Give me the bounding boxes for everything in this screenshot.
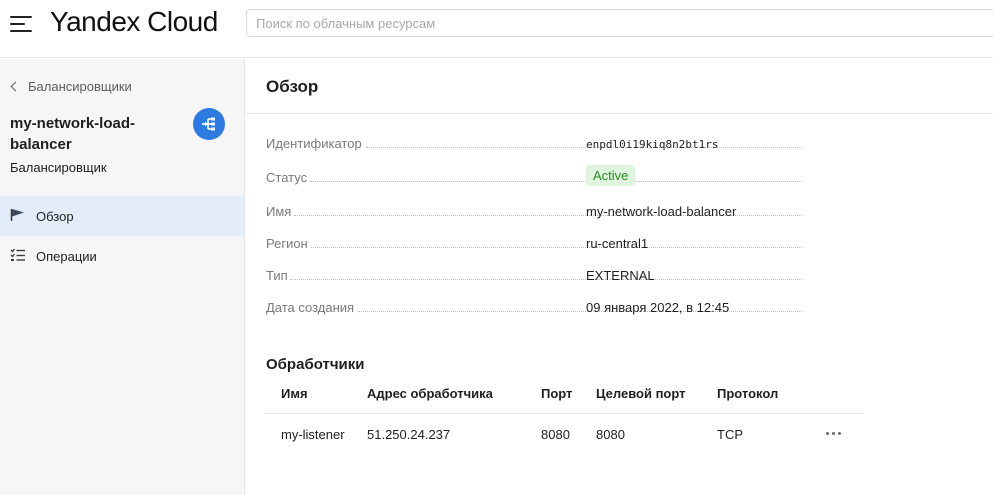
property-value: EXTERNAL [586, 268, 655, 283]
logo-main: Yandex [50, 6, 140, 37]
property-label: Тип [266, 268, 288, 283]
checklist-icon [10, 248, 26, 265]
property-value[interactable]: enpdl0i19kiq8n2bt1rs [586, 138, 718, 151]
property-label: Регион [266, 236, 308, 251]
property-name: Имя my-network-load-balancer [266, 204, 806, 224]
load-balancer-icon [193, 108, 225, 140]
back-link[interactable]: Балансировщики [10, 79, 132, 94]
property-value: my-network-load-balancer [586, 204, 737, 219]
status-badge: Active [586, 165, 636, 186]
listener-name: my-listener [281, 427, 345, 442]
page-title: Обзор [266, 77, 319, 96]
property-label: Имя [266, 204, 292, 219]
sidebar: Балансировщики my-network-load-balancer … [0, 59, 245, 495]
top-bar: Yandex Cloud [0, 0, 993, 58]
property-value: 09 января 2022, в 12:45 [586, 300, 730, 315]
column-header: Имя [281, 386, 308, 401]
logo-sub: Cloud [147, 6, 218, 37]
property-id: Идентификатор enpdl0i19kiq8n2bt1rs [266, 136, 806, 156]
column-header: Протокол [717, 386, 779, 401]
sidebar-item-label: Обзор [36, 209, 74, 224]
property-label: Статус [266, 170, 308, 185]
property-label: Дата создания [266, 300, 355, 315]
column-header: Целевой порт [596, 386, 686, 401]
search-input[interactable] [246, 9, 993, 37]
resource-type: Балансировщик [10, 160, 107, 175]
sidebar-item-overview[interactable]: Обзор [0, 196, 244, 236]
menu-icon[interactable] [10, 15, 32, 33]
flag-icon [10, 208, 26, 225]
listeners-title: Обработчики [266, 356, 365, 373]
column-header: Адрес обработчика [367, 386, 493, 401]
listener-target-port: 8080 [596, 427, 625, 442]
property-type: Тип EXTERNAL [266, 268, 806, 288]
property-created: Дата создания 09 января 2022, в 12:45 [266, 300, 806, 320]
sidebar-item-label: Операции [36, 249, 97, 264]
property-value: ru-central1 [586, 236, 649, 251]
logo[interactable]: Yandex Cloud [50, 6, 218, 38]
listener-port: 8080 [541, 427, 570, 442]
listener-protocol: TCP [717, 427, 743, 442]
property-region: Регион ru-central1 [266, 236, 806, 256]
chevron-left-icon [10, 81, 21, 92]
column-header: Порт [541, 386, 573, 401]
back-link-label: Балансировщики [28, 79, 132, 94]
listener-address: 51.250.24.237 [367, 427, 451, 442]
main-content: Обзор Идентификатор enpdl0i19kiq8n2bt1rs… [246, 59, 993, 495]
property-status: Статус Active [266, 165, 806, 190]
sidebar-item-operations[interactable]: Операции [0, 236, 244, 276]
property-label: Идентификатор [266, 136, 362, 151]
more-actions-icon[interactable] [825, 425, 845, 441]
resource-name: my-network-load-balancer [10, 115, 136, 153]
main-header: Обзор [246, 59, 993, 114]
divider [266, 413, 863, 414]
